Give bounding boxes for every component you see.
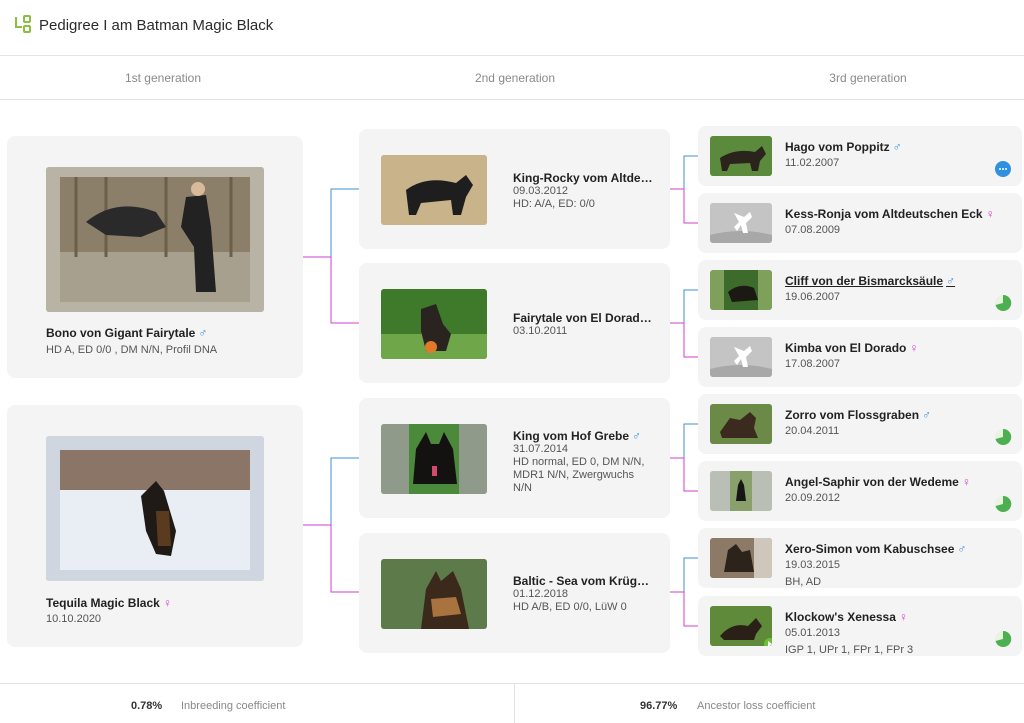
dog-photo xyxy=(710,606,772,646)
ancestor-birthdate: 31.07.2014 xyxy=(513,443,569,455)
female-icon: ♀ xyxy=(985,207,995,221)
footer-divider xyxy=(514,684,515,723)
ancestor-titles: BH, AD xyxy=(785,576,822,588)
male-icon: ♂ xyxy=(198,326,208,340)
ancestor-card[interactable]: Kimba von El Dorado ♀ 17.08.2007 xyxy=(698,327,1022,387)
ancestor-birthdate: 10.10.2020 xyxy=(46,613,102,625)
ancestor-card[interactable]: Angel-Saphir von der Wedeme ♀ 20.09.2012 xyxy=(698,461,1022,521)
dog-photo xyxy=(381,559,487,629)
green-progress-icon[interactable] xyxy=(994,294,1012,312)
inbreeding-label: Inbreeding coefficient xyxy=(181,700,286,712)
ancestor-birthdate: 07.08.2009 xyxy=(785,224,841,236)
ancestor-details: HD A/B, ED 0/0, LüW 0 xyxy=(513,601,627,613)
green-progress-icon[interactable] xyxy=(994,495,1012,513)
ancestor-details: HD: A/A, ED: 0/0 xyxy=(513,198,595,210)
ancestor-birthdate: 09.03.2012 xyxy=(513,185,569,197)
ancestor-name-text[interactable]: Fairytale von El Dorado xyxy=(513,311,652,325)
ancestor-card[interactable]: Fairytale von El Dorado♀ 03.10.2011 xyxy=(359,263,670,383)
ancestor-card-sire[interactable]: Bono von Gigant Fairytale ♂ HD A, ED 0/0 … xyxy=(7,136,303,378)
ancestor-birthdate: 20.04.2011 xyxy=(785,425,840,437)
female-icon: ♀ xyxy=(162,596,172,610)
ancestor-details: HD normal, ED 0, DM N/N, MDR1 N/N, Zwerg… xyxy=(513,456,645,494)
inbreeding-value: 0.78% xyxy=(131,700,163,712)
ancestor-details: HD A, ED 0/0 , DM N/N, Profil DNA xyxy=(46,344,218,356)
male-icon: ♂ xyxy=(632,429,642,443)
ancestor-name[interactable]: Kimba von El Dorado ♀ xyxy=(785,341,918,355)
ancestor-name-text[interactable]: Klockow's Xenessa xyxy=(785,610,896,624)
dog-placeholder-icon xyxy=(710,203,772,243)
ancestor-name[interactable]: Kess-Ronja vom Altdeutschen Eck ♀ xyxy=(785,207,995,221)
ancestor-name[interactable]: Bono von Gigant Fairytale ♂ xyxy=(46,326,207,340)
dog-photo xyxy=(710,471,772,511)
dog-photo xyxy=(710,136,772,176)
ancestor-name-text[interactable]: Xero-Simon vom Kabuschsee xyxy=(785,542,954,556)
ancestor-birthdate: 19.06.2007 xyxy=(785,291,841,303)
female-icon: ♀ xyxy=(909,341,919,355)
female-icon: ♀ xyxy=(961,475,971,489)
ancestor-name[interactable]: Klockow's Xenessa ♀ xyxy=(785,610,908,624)
ancestor-name[interactable]: Fairytale von El Dorado♀ xyxy=(513,311,653,325)
ancestor-card[interactable]: King-Rocky vom Altdeut... 09.03.2012 HD:… xyxy=(359,129,670,249)
ancestor-birthdate: 01.12.2018 xyxy=(513,588,569,600)
ancestor-name[interactable]: Tequila Magic Black ♀ xyxy=(46,596,172,610)
ancestor-card[interactable]: Xero-Simon vom Kabuschsee ♂ 19.03.2015 BH… xyxy=(698,528,1022,588)
ancestor-name-text[interactable]: Kimba von El Dorado xyxy=(785,341,906,355)
coefficients-footer: 0.78% Inbreeding coefficient 96.77% Ance… xyxy=(0,683,1024,723)
green-progress-icon[interactable] xyxy=(994,630,1012,648)
dog-photo xyxy=(710,270,772,310)
ancestor-name-text[interactable]: Bono von Gigant Fairytale xyxy=(46,326,195,340)
ancestor-card[interactable]: King vom Hof Grebe ♂ 31.07.2014 HD normal… xyxy=(359,398,670,518)
dog-photo xyxy=(46,167,264,312)
green-progress-icon[interactable] xyxy=(994,428,1012,446)
ancestor-loss-label: Ancestor loss coefficient xyxy=(697,700,816,712)
dog-photo xyxy=(710,404,772,444)
ancestor-birthdate: 20.09.2012 xyxy=(785,492,841,504)
ancestor-birthdate: 05.01.2013 xyxy=(785,627,841,639)
male-icon: ♂ xyxy=(922,408,932,422)
male-icon: ♂ xyxy=(892,140,902,154)
dog-placeholder-icon xyxy=(710,337,772,377)
ancestor-card[interactable]: Cliff von der Bismarcksäule ♂ 19.06.2007 xyxy=(698,260,1022,320)
ancestor-name[interactable]: King vom Hof Grebe ♂ xyxy=(513,429,641,443)
ancestor-birthdate: 03.10.2011 xyxy=(513,325,568,337)
dog-photo xyxy=(381,155,487,225)
ancestor-name-text[interactable]: Tequila Magic Black xyxy=(46,596,160,610)
ancestor-name-text[interactable]: Kess-Ronja vom Altdeutschen Eck xyxy=(785,207,983,221)
ancestor-card[interactable]: Baltic - Sea vom Krüger-... 01.12.2018 H… xyxy=(359,533,670,653)
ancestor-name[interactable]: Hago vom Poppitz ♂ xyxy=(785,140,902,154)
female-icon: ♀ xyxy=(898,610,908,624)
dog-photo xyxy=(381,289,487,359)
ancestor-card[interactable]: Hago vom Poppitz ♂ 11.02.2007 xyxy=(698,126,1022,186)
info-badge-icon[interactable] xyxy=(994,160,1012,178)
ancestor-name-text[interactable]: King vom Hof Grebe xyxy=(513,429,629,443)
male-icon: ♂ xyxy=(946,274,956,288)
male-icon: ♂ xyxy=(957,542,967,556)
ancestor-name[interactable]: Xero-Simon vom Kabuschsee ♂ xyxy=(785,542,966,556)
ancestor-card-dam[interactable]: Tequila Magic Black ♀ 10.10.2020 xyxy=(7,405,303,647)
ancestor-birthdate: 17.08.2007 xyxy=(785,358,841,370)
dog-photo xyxy=(46,436,264,581)
ancestor-birthdate: 19.03.2015 xyxy=(785,559,841,571)
ancestor-name-link[interactable]: Cliff von der Bismarcksäule ♂ xyxy=(785,274,955,288)
ancestor-name-text[interactable]: Cliff von der Bismarcksäule xyxy=(785,274,943,288)
ancestor-name-text[interactable]: Angel-Saphir von der Wedeme xyxy=(785,475,959,489)
ancestor-name[interactable]: Baltic - Sea vom Krüger-... xyxy=(513,574,653,588)
ancestor-name-text[interactable]: Hago vom Poppitz xyxy=(785,140,890,154)
ancestor-name[interactable]: Zorro vom Flossgraben ♂ xyxy=(785,408,931,422)
ancestor-name[interactable]: Angel-Saphir von der Wedeme ♀ xyxy=(785,475,971,489)
ancestor-titles: IGP 1, UPr 1, FPr 1, FPr 3 xyxy=(785,644,914,656)
ancestor-name-text[interactable]: Zorro vom Flossgraben xyxy=(785,408,919,422)
ancestor-name[interactable]: King-Rocky vom Altdeut... xyxy=(513,171,653,185)
dog-photo xyxy=(381,424,487,494)
ancestor-card[interactable]: Kess-Ronja vom Altdeutschen Eck ♀ 07.08.2… xyxy=(698,193,1022,253)
ancestor-card[interactable]: Zorro vom Flossgraben ♂ 20.04.2011 xyxy=(698,394,1022,454)
ancestor-card[interactable]: Klockow's Xenessa ♀ 05.01.2013 IGP 1, UPr… xyxy=(698,596,1022,656)
dog-photo xyxy=(710,538,772,578)
ancestor-loss-value: 96.77% xyxy=(640,700,678,712)
ancestor-birthdate: 11.02.2007 xyxy=(785,157,840,169)
